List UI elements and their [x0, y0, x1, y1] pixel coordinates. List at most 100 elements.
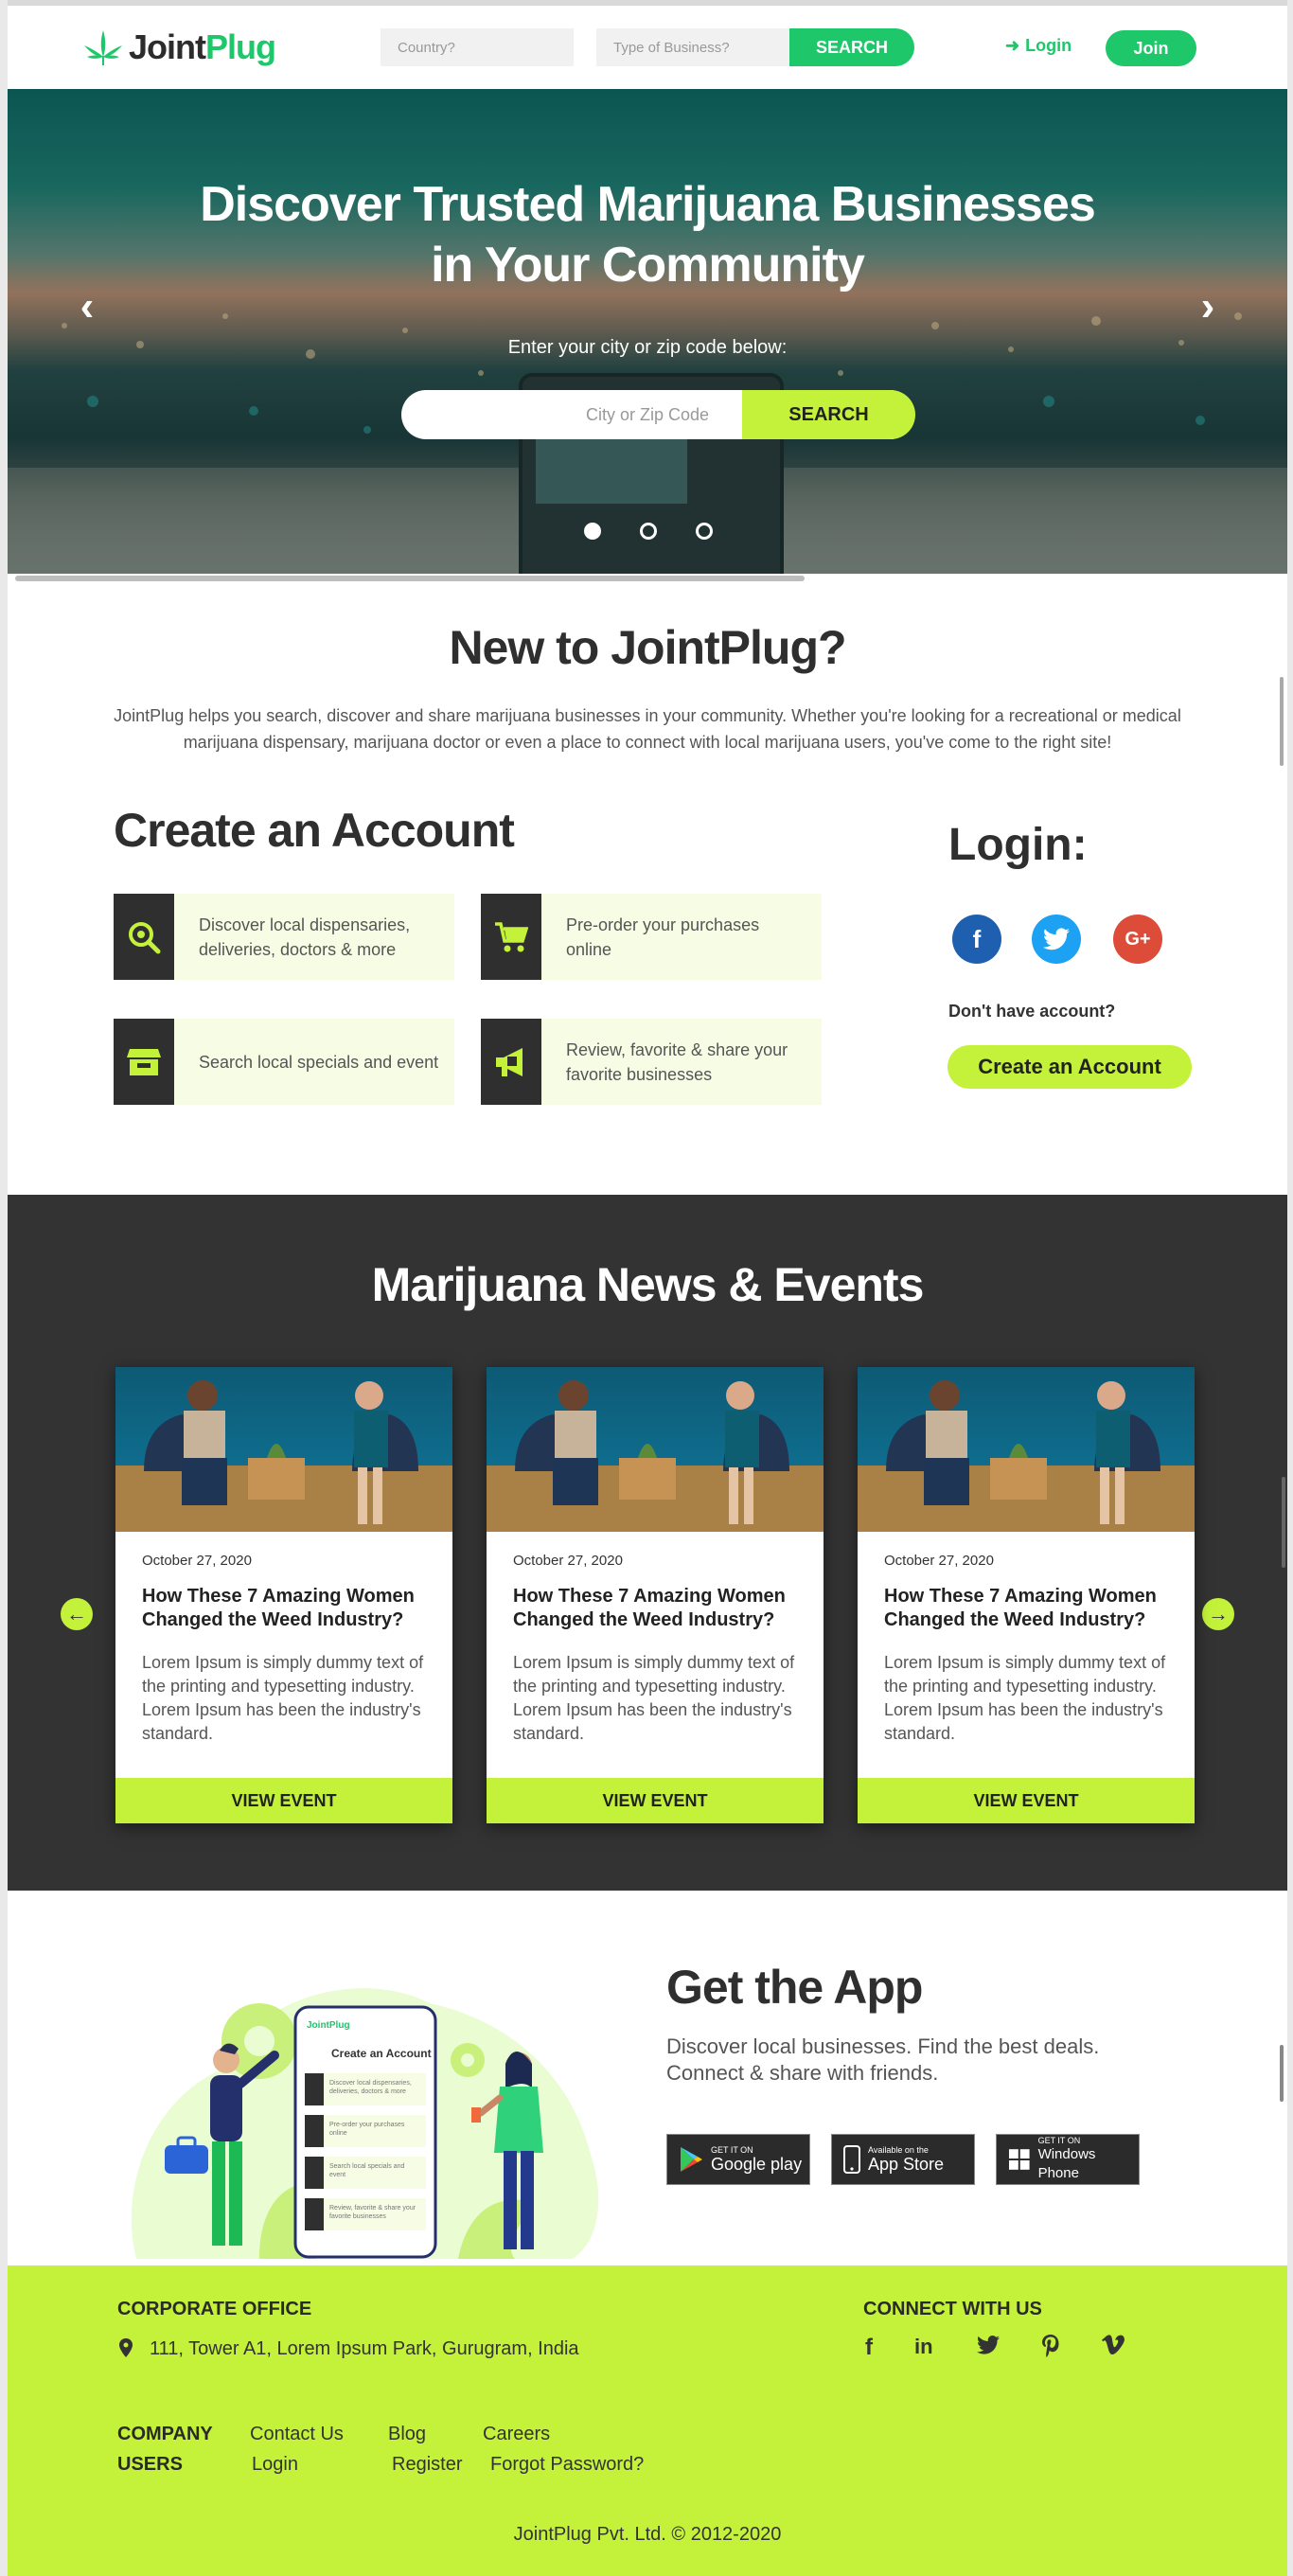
feature-specials: Search local specials and event [114, 1019, 454, 1105]
hero-search-button[interactable]: SEARCH [742, 390, 915, 439]
view-event-button[interactable]: VIEW EVENT [487, 1778, 824, 1823]
news-card-2: October 27, 2020 How These 7 Amazing Wom… [487, 1367, 824, 1823]
phone-item-icon [305, 2198, 324, 2230]
country-input[interactable]: Country? [381, 28, 574, 66]
register-link[interactable]: Register [392, 2454, 462, 2476]
business-type-input[interactable]: Type of Business? [596, 28, 795, 66]
vertical-scrollbar[interactable] [1280, 2045, 1284, 2102]
corporate-office-title: CORPORATE OFFICE [117, 2299, 312, 2319]
windows-icon [1008, 2149, 1030, 2170]
news-card-date: October 27, 2020 [513, 1553, 623, 1569]
location-pin-icon [119, 2338, 133, 2363]
news-card-3: October 27, 2020 How These 7 Amazing Wom… [858, 1367, 1195, 1823]
vertical-scrollbar[interactable] [1280, 677, 1284, 766]
company-label: COMPANY [117, 2424, 213, 2444]
facebook-login-icon[interactable]: f [952, 915, 1001, 964]
news-card-date: October 27, 2020 [142, 1553, 252, 1569]
feature-text: Search local specials and event [199, 1052, 439, 1072]
site-header: JointPlug Country? Type of Business? SEA… [8, 6, 1287, 89]
sign-in-icon: ➜ [1005, 36, 1020, 55]
windows-phone-button[interactable]: GET IT ON Windows Phone [996, 2134, 1140, 2185]
login-link-label: Login [1025, 36, 1072, 55]
login-title: Login: [948, 820, 1088, 870]
store-icon [127, 1048, 161, 1075]
blog-link[interactable]: Blog [388, 2424, 426, 2445]
carousel-next-arrow-icon[interactable]: › [1189, 283, 1227, 329]
no-account-text: Don't have account? [948, 1002, 1116, 1021]
login-link[interactable]: ➜ Login [1005, 36, 1072, 56]
news-prev-arrow-icon[interactable]: ← [61, 1598, 93, 1630]
store-large-text: App Store [868, 2155, 945, 2174]
office-address: 111, Tower A1, Lorem Ipsum Park, Gurugra… [150, 2338, 579, 2359]
feature-discover: Discover local dispensaries, deliveries,… [114, 894, 454, 980]
app-store-button[interactable]: Available on the App Store [831, 2134, 975, 2185]
cart-icon [495, 921, 528, 951]
news-card-title[interactable]: How These 7 Amazing Women Changed the We… [884, 1585, 1178, 1632]
news-card-description: Lorem Ipsum is simply dummy text of the … [884, 1653, 1166, 1743]
app-title: Get the App [666, 1961, 923, 2014]
connect-title: CONNECT WITH US [863, 2299, 1042, 2319]
facebook-icon[interactable]: f [865, 2335, 873, 2361]
news-card-date: October 27, 2020 [884, 1553, 994, 1569]
news-card-image [115, 1367, 452, 1532]
news-title: Marijuana News & Events [371, 1258, 925, 1311]
forgot-password-link[interactable]: Forgot Password? [490, 2454, 644, 2476]
news-card-title[interactable]: How These 7 Amazing Women Changed the We… [142, 1585, 435, 1632]
header-search-button[interactable]: SEARCH [789, 28, 914, 66]
phone-title: Create an Account [331, 2047, 432, 2060]
vimeo-icon[interactable] [1102, 2335, 1125, 2362]
feature-review: Review, favorite & share your favorite b… [481, 1019, 822, 1105]
news-card-description: Lorem Ipsum is simply dummy text of the … [513, 1653, 795, 1743]
news-card-description: Lorem Ipsum is simply dummy text of the … [142, 1653, 424, 1743]
logo[interactable]: JointPlug [83, 19, 276, 76]
vertical-scrollbar[interactable] [1282, 1477, 1285, 1568]
store-large-text: Windows Phone [1037, 2146, 1096, 2181]
megaphone-icon [496, 1047, 523, 1076]
phone-logo: JointPlug [307, 2020, 350, 2031]
phone-item-icon [305, 2073, 324, 2105]
horizontal-scrollbar[interactable] [15, 576, 805, 581]
cannabis-leaf-icon [84, 30, 122, 65]
contact-us-link[interactable]: Contact Us [250, 2424, 344, 2445]
news-card-image [858, 1367, 1195, 1532]
news-card-1: October 27, 2020 How These 7 Amazing Wom… [115, 1367, 452, 1823]
app-description: Discover local businesses. Find the best… [666, 2034, 1100, 2085]
logo-text-joint: Joint [129, 27, 206, 66]
pinterest-icon[interactable] [1041, 2335, 1060, 2364]
store-small-text: GET IT ON [1037, 2136, 1081, 2145]
create-account-button[interactable]: Create an Account [948, 1045, 1192, 1089]
google-plus-login-icon[interactable]: G+ [1113, 915, 1162, 964]
store-small-text: Available on the [868, 2145, 929, 2155]
carousel-prev-arrow-icon[interactable]: ‹ [68, 283, 106, 329]
phone-item-icon [305, 2157, 324, 2189]
feature-text: Pre-order your purchases online [566, 915, 760, 959]
hero-title: Discover Trusted Marijuana Businesses in… [200, 177, 1096, 293]
news-next-arrow-icon[interactable]: → [1202, 1598, 1234, 1630]
feature-text: Review, favorite & share your favorite b… [566, 1039, 788, 1084]
intro-title: New to JointPlug? [449, 621, 846, 674]
twitter-login-icon[interactable] [1032, 915, 1081, 964]
users-label: USERS [117, 2454, 183, 2475]
footer-login-link[interactable]: Login [252, 2454, 298, 2476]
hero-carousel: Discover Trusted Marijuana Businesses in… [8, 89, 1287, 574]
carousel-dot-1[interactable] [584, 523, 601, 540]
twitter-icon[interactable] [977, 2335, 1000, 2361]
apple-phone-icon [843, 2145, 860, 2174]
google-play-icon [681, 2147, 702, 2172]
carousel-dot-2[interactable] [640, 523, 657, 540]
logo-text-plug: Plug [205, 27, 276, 66]
view-event-button[interactable]: VIEW EVENT [115, 1778, 452, 1823]
feature-text: Discover local dispensaries, deliveries,… [199, 915, 411, 959]
careers-link[interactable]: Careers [483, 2424, 550, 2445]
google-play-button[interactable]: GET IT ON Google play [666, 2134, 810, 2185]
join-button[interactable]: Join [1106, 30, 1196, 66]
copyright: JointPlug Pvt. Ltd. © 2012-2020 [513, 2524, 782, 2545]
news-card-image [487, 1367, 824, 1532]
linkedin-icon[interactable]: in [914, 2335, 933, 2359]
news-card-title[interactable]: How These 7 Amazing Women Changed the We… [513, 1585, 806, 1632]
carousel-dot-3[interactable] [696, 523, 713, 540]
page: JointPlug Country? Type of Business? SEA… [8, 0, 1287, 2576]
view-event-button[interactable]: VIEW EVENT [858, 1778, 1195, 1823]
hero-subtitle: Enter your city or zip code below: [507, 337, 788, 358]
search-leaf-icon [129, 921, 161, 953]
